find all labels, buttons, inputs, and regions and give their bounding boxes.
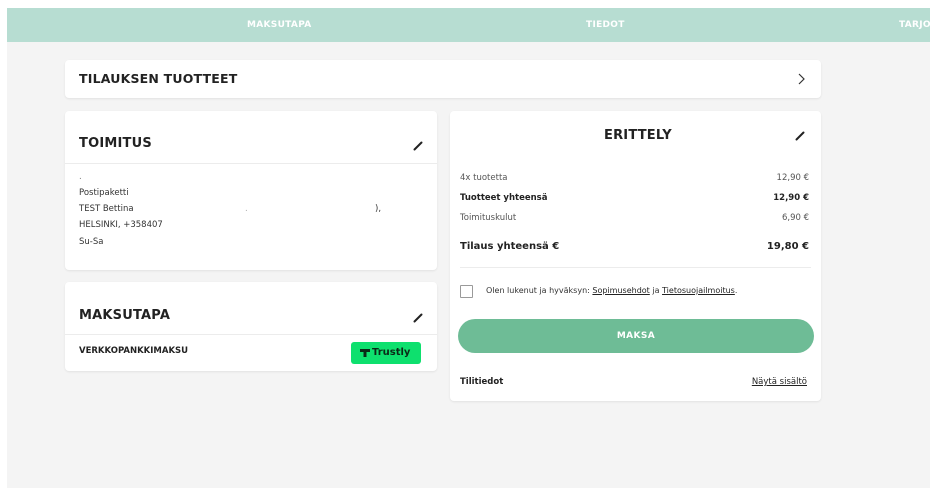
masked-address: . [245,204,248,214]
terms-prefix: Olen lukenut ja hyväksyn: [486,286,590,295]
trustly-label: Trustly [372,347,411,358]
order-total-label: Tilaus yhteensä € [460,241,560,252]
summary-row-value: 12,90 € [776,173,809,183]
account-details-label: Tilitiedot [460,377,504,387]
terms-and: ja [652,286,660,295]
terms-link[interactable]: Sopimusehdot [592,286,649,295]
checkout-page: MAKSUTAPA TIEDOT TARJO TILAUKSEN TUOTTEE… [7,8,930,488]
delivery-method: Postipaketti [79,188,129,198]
privacy-link[interactable]: Tietosuojailmoitus [662,286,735,295]
shipping-value: 6,90 € [781,213,809,223]
step-offers[interactable]: TARJO [899,8,930,42]
payment-method-card: MAKSUTAPA VERKKOPANKKIMAKSU Trustly [65,282,437,371]
recipient-name: TEST Bettina [79,204,134,214]
summary-divider [460,267,811,268]
order-total-value: 19,80 € [766,241,809,252]
terms-checkbox[interactable] [460,285,473,298]
shipping-label: Toimituskulut [460,213,517,223]
trustly-badge: Trustly [351,342,421,364]
terms-suffix: . [734,286,738,295]
delivery-card: TOIMITUS . Postipaketti TEST Bettina . )… [65,111,437,270]
products-total-label: Tuotteet yhteensä [460,193,548,203]
payment-divider [65,334,437,335]
step-payment[interactable]: MAKSUTAPA [247,8,312,42]
city-phone: HELSINKI, +358407 [79,220,163,230]
terms-text: Olen lukenut ja hyväksyn: Sopimusehdot j… [486,286,737,295]
summary-row-label: 4x tuotetta [460,173,508,183]
pay-button[interactable]: MAKSA [458,319,814,353]
delivery-title: TOIMITUS [79,136,152,151]
edit-payment-icon[interactable] [413,313,423,323]
summary-card: ERITTELY 4x tuotetta 12,90 € Tuotteet yh… [450,111,821,401]
payment-method-name: VERKKOPANKKIMAKSU [79,346,189,356]
order-products-title: TILAUKSEN TUOTTEET [79,71,238,86]
delivery-dot: . [79,172,82,182]
delivery-days: Su-Sa [79,237,104,247]
step-details[interactable]: TIEDOT [586,8,625,42]
show-content-link[interactable]: Näytä sisältö [752,377,807,387]
delivery-divider [65,163,437,164]
masked-address-end: ), [375,204,382,214]
trustly-logo-icon [360,349,370,357]
checkout-steps: MAKSUTAPA TIEDOT TARJO [7,8,930,42]
edit-summary-icon[interactable] [795,131,805,141]
order-products-card[interactable]: TILAUKSEN TUOTTEET [65,60,821,98]
payment-title: MAKSUTAPA [79,308,171,323]
edit-delivery-icon[interactable] [413,141,423,151]
products-total-value: 12,90 € [773,193,809,203]
summary-title: ERITTELY [604,128,672,143]
chevron-right-icon[interactable] [798,73,806,85]
